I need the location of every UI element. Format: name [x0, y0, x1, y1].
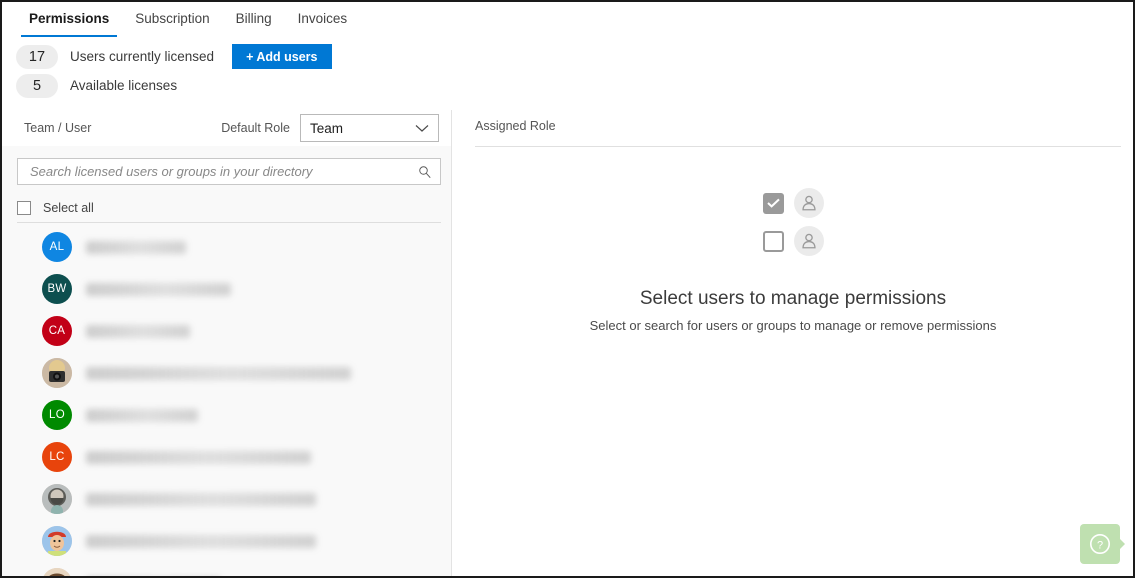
users-panel-header: Team / User Default Role Team — [2, 110, 451, 146]
tab-invoices-label: Invoices — [297, 11, 348, 26]
tab-billing[interactable]: Billing — [223, 2, 285, 35]
tab-bar: Permissions Subscription Billing Invoice… — [2, 2, 1133, 38]
tab-permissions-label: Permissions — [29, 11, 110, 26]
user-name-redacted — [86, 534, 316, 548]
default-role-value: Team — [310, 120, 344, 136]
available-licenses-label: Available licenses — [70, 78, 178, 93]
tab-permissions[interactable]: Permissions — [16, 2, 122, 37]
available-licenses-row: 5 Available licenses — [16, 71, 436, 100]
add-users-button[interactable]: + Add users — [232, 44, 332, 69]
help-button[interactable]: ? — [1080, 524, 1125, 564]
list-divider — [17, 222, 441, 223]
user-list-item[interactable]: LC — [2, 436, 451, 478]
search-input[interactable] — [28, 163, 418, 180]
user-name-redacted — [86, 492, 316, 506]
licensed-users-row: 17 Users currently licensed + Add users — [16, 42, 436, 71]
select-all-label: Select all — [43, 201, 94, 215]
avatar-initials: BW — [42, 274, 72, 304]
empty-state: Select users to manage permissions Selec… — [453, 188, 1133, 333]
avatar-initials: CA — [42, 316, 72, 346]
search-box[interactable] — [17, 158, 441, 185]
search-icon[interactable] — [418, 165, 432, 179]
svg-text:?: ? — [1097, 539, 1103, 551]
empty-state-illustration — [762, 188, 824, 256]
user-list-item[interactable]: LO — [2, 394, 451, 436]
empty-state-subtitle: Select or search for users or groups to … — [589, 318, 997, 333]
user-list-item[interactable] — [2, 520, 451, 562]
licensed-users-label: Users currently licensed — [70, 49, 215, 64]
users-panel: Team / User Default Role Team Search lic… — [2, 110, 452, 576]
avatar-photo — [42, 358, 72, 388]
assigned-role-header: Assigned Role — [475, 119, 556, 133]
default-role-select[interactable]: Team — [300, 114, 439, 142]
user-list-item[interactable] — [2, 352, 451, 394]
person-icon — [793, 188, 824, 218]
default-role-label: Default Role — [221, 121, 290, 135]
select-all-checkbox[interactable] — [17, 201, 31, 215]
users-panel-body: Select all AL BW CA LO LC — [2, 146, 451, 576]
question-mark-icon: ? — [1088, 532, 1112, 556]
user-list-item[interactable] — [2, 478, 451, 520]
tab-subscription-label: Subscription — [135, 11, 210, 26]
default-role-control: Default Role Team — [221, 114, 439, 142]
user-name-redacted — [86, 282, 231, 296]
tab-billing-label: Billing — [235, 11, 272, 26]
license-summary: 17 Users currently licensed + Add users … — [16, 42, 436, 100]
avatar-initials: LO — [42, 400, 72, 430]
user-name-redacted — [86, 366, 351, 380]
user-list-item[interactable]: AL — [2, 226, 451, 268]
person-icon — [793, 226, 824, 256]
avatar-initials: AL — [42, 232, 72, 262]
tab-subscription[interactable]: Subscription — [122, 2, 222, 35]
select-all-row[interactable]: Select all — [17, 194, 441, 222]
empty-state-row-checked — [762, 188, 824, 218]
user-name-redacted — [86, 408, 198, 422]
assigned-role-divider — [475, 146, 1121, 147]
user-list-item[interactable]: BW — [2, 268, 451, 310]
user-list[interactable]: AL BW CA LO LC — [2, 226, 451, 576]
assigned-role-panel: Assigned Role Select users to manage per… — [453, 110, 1133, 576]
app-window: Permissions Subscription Billing Invoice… — [0, 0, 1135, 578]
empty-state-title: Select users to manage permissions — [639, 288, 947, 309]
avatar-photo — [42, 526, 72, 556]
user-list-item[interactable]: CA — [2, 310, 451, 352]
team-user-column-header: Team / User — [24, 121, 92, 135]
avatar-initials: LC — [42, 442, 72, 472]
user-name-redacted — [86, 450, 311, 464]
available-count-badge: 5 — [16, 73, 58, 98]
user-list-item[interactable] — [2, 562, 451, 576]
checked-checkbox-icon — [762, 192, 784, 214]
chevron-down-icon — [415, 121, 429, 136]
licensed-count-badge: 17 — [16, 44, 58, 69]
avatar-photo — [42, 484, 72, 514]
empty-state-row-unchecked — [762, 226, 824, 256]
user-name-redacted — [86, 324, 190, 338]
user-name-redacted — [86, 240, 186, 254]
unchecked-checkbox-icon — [762, 230, 784, 252]
avatar-photo — [42, 568, 72, 576]
tab-invoices[interactable]: Invoices — [285, 2, 361, 35]
